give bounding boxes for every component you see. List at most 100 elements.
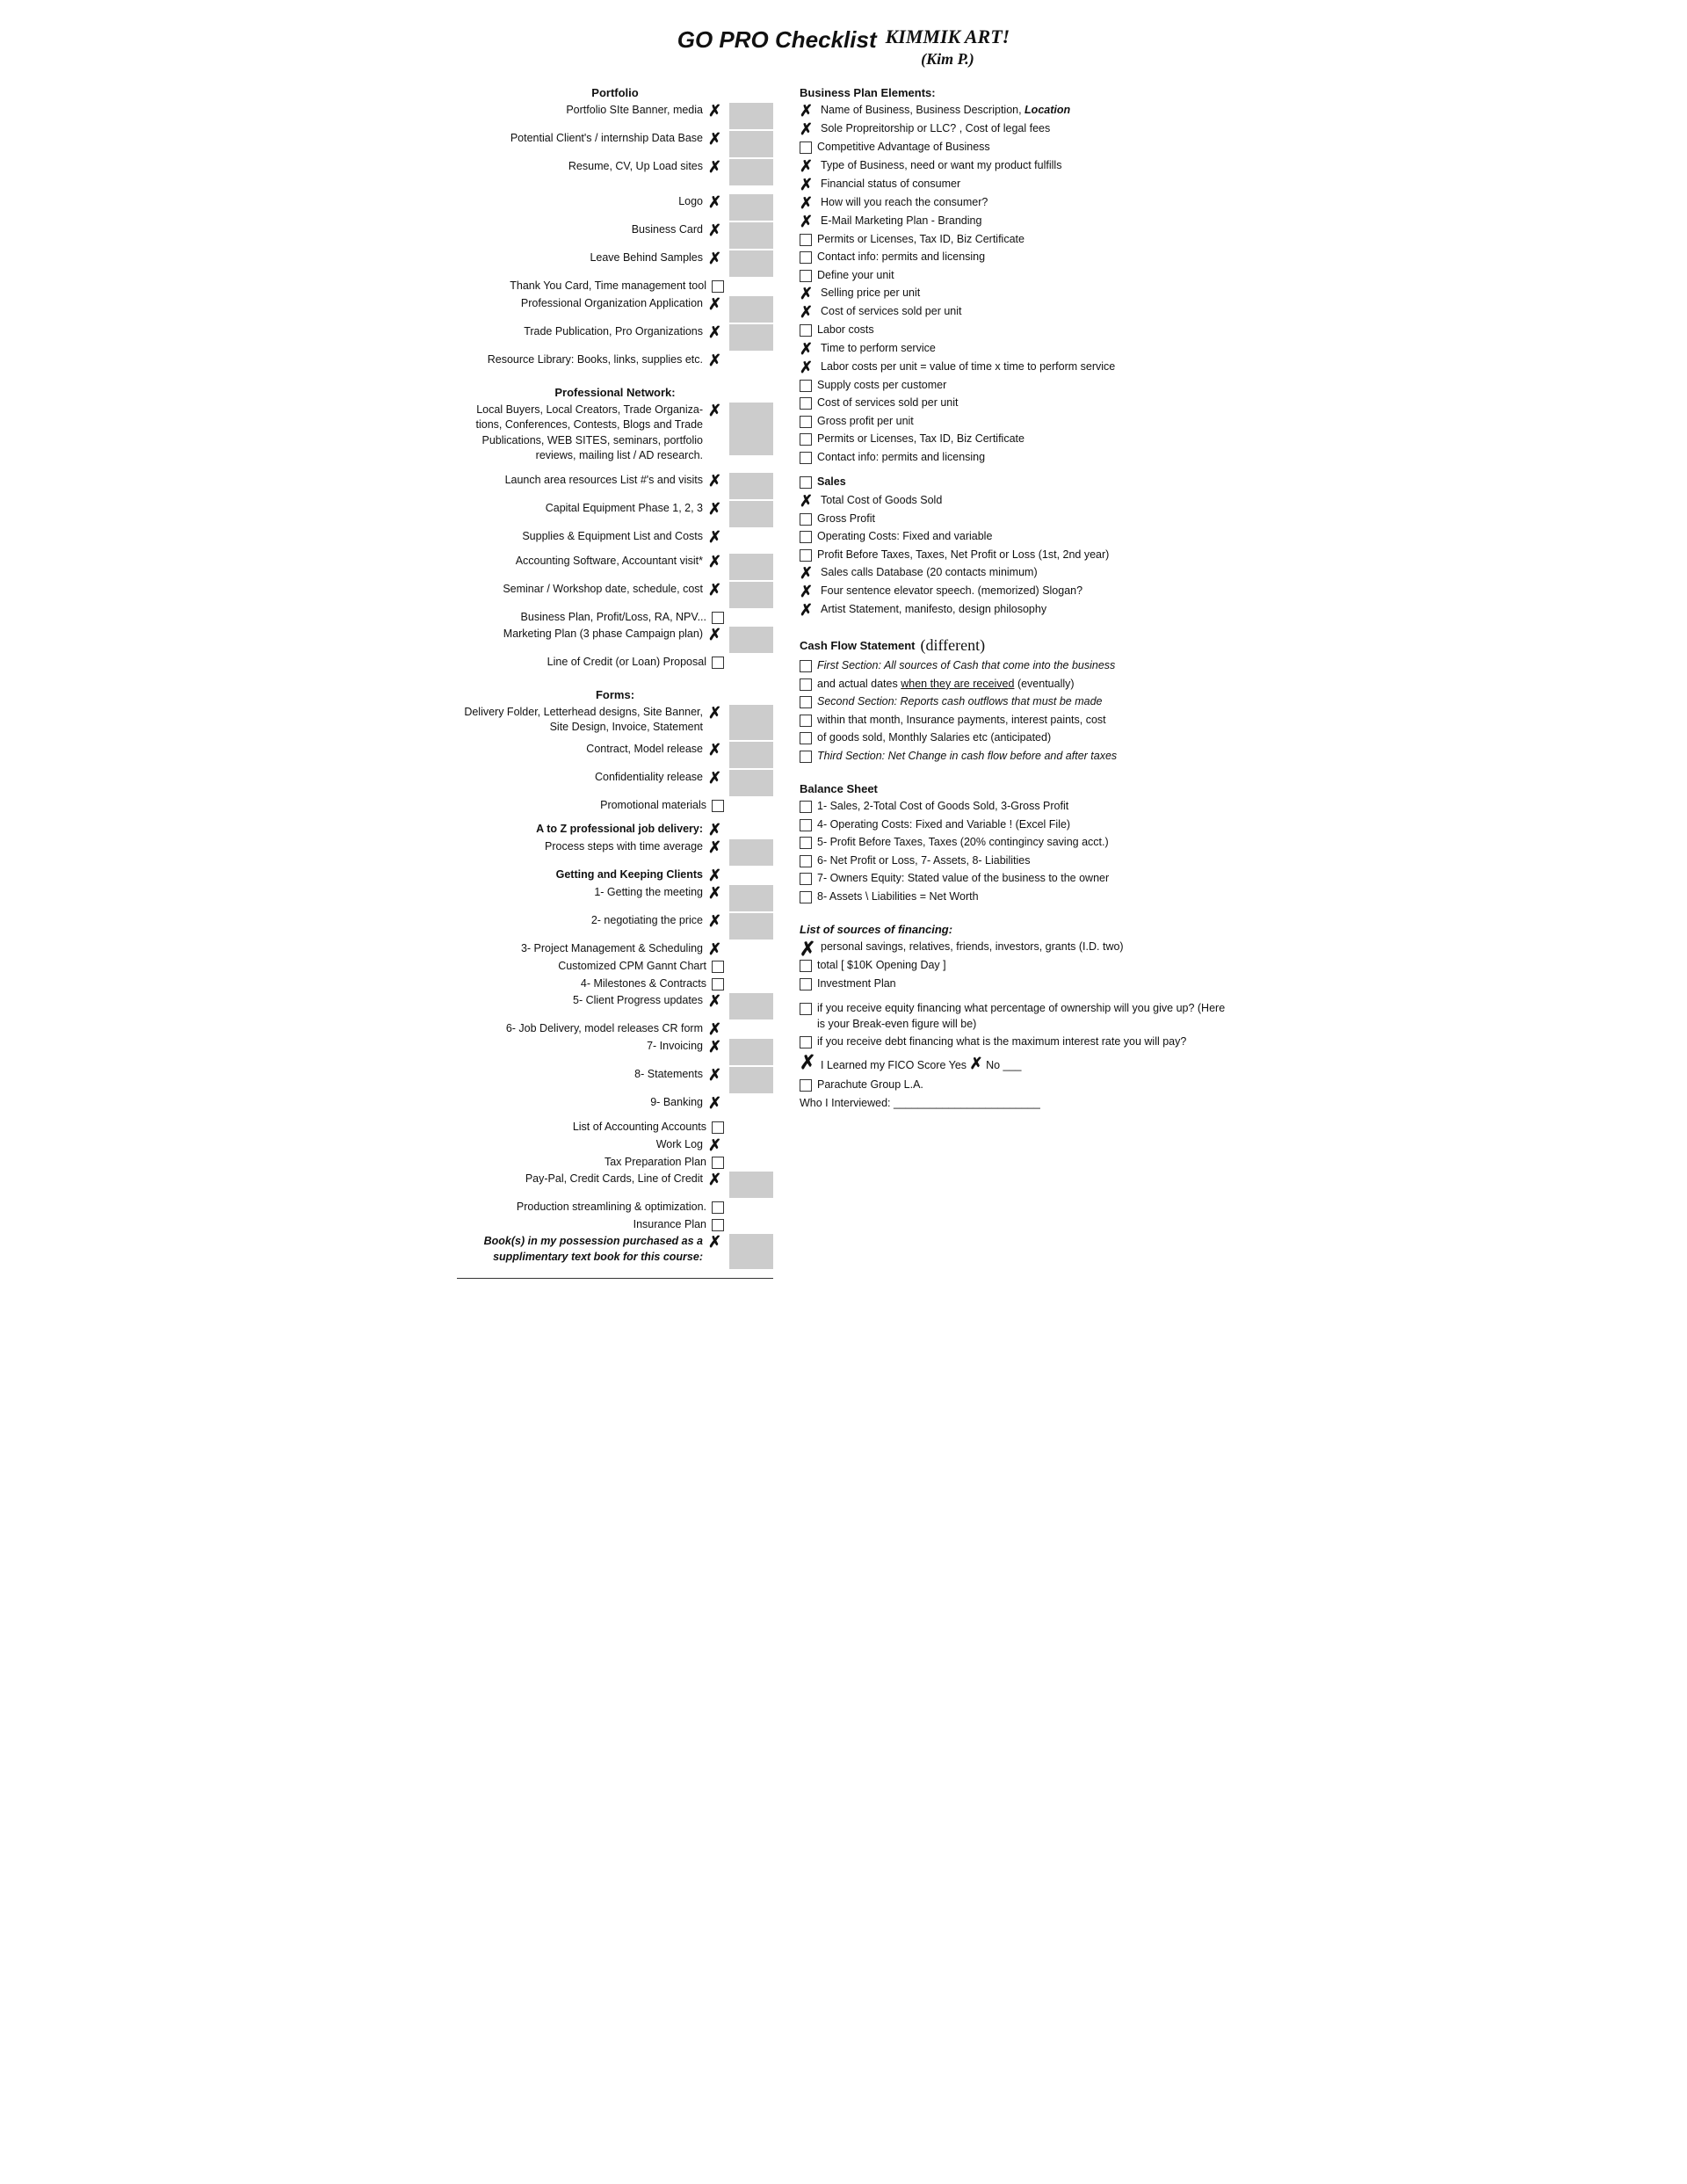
photo-box bbox=[729, 582, 773, 608]
list-item: 9- Banking bbox=[457, 1095, 773, 1111]
checkbox-icon[interactable] bbox=[800, 678, 812, 691]
list-item: Logo bbox=[457, 194, 773, 221]
checkbox-icon[interactable] bbox=[712, 1201, 724, 1214]
checkbox-icon[interactable] bbox=[712, 961, 724, 973]
checkbox-icon[interactable] bbox=[712, 612, 724, 624]
checked-icon bbox=[708, 131, 724, 147]
checkbox-icon[interactable] bbox=[712, 978, 724, 990]
checkbox-icon[interactable] bbox=[800, 141, 812, 154]
network-section: Local Buyers, Local Creators, Trade Orga… bbox=[457, 403, 773, 671]
checkbox-icon[interactable] bbox=[800, 660, 812, 672]
checkbox-icon[interactable] bbox=[800, 715, 812, 727]
list-item: Third Section: Net Change in cash flow b… bbox=[800, 749, 1230, 765]
checkbox-icon[interactable] bbox=[712, 1219, 724, 1231]
list-item: Competitive Advantage of Business bbox=[800, 140, 1230, 156]
checkbox-icon[interactable] bbox=[800, 696, 812, 708]
list-item: 6- Net Profit or Loss, 7- Assets, 8- Lia… bbox=[800, 853, 1230, 869]
list-item: Work Log bbox=[457, 1137, 773, 1153]
checked-icon bbox=[708, 1095, 724, 1111]
checkbox-icon[interactable] bbox=[800, 513, 812, 526]
checkbox-icon[interactable] bbox=[800, 476, 812, 489]
photo-box bbox=[729, 742, 773, 768]
checkbox-icon[interactable] bbox=[800, 234, 812, 246]
checkbox-icon[interactable] bbox=[800, 732, 812, 744]
list-item: Confidentiality release bbox=[457, 770, 773, 796]
checkbox-icon[interactable] bbox=[712, 1157, 724, 1169]
checked-icon bbox=[800, 177, 815, 192]
checkbox-icon[interactable] bbox=[800, 433, 812, 446]
list-item: Type of Business, need or want my produc… bbox=[800, 158, 1230, 174]
photo-box bbox=[729, 1234, 773, 1269]
list-item: total [ $10K Opening Day ] bbox=[800, 958, 1230, 974]
list-item: 6- Job Delivery, model releases CR form bbox=[457, 1021, 773, 1037]
list-item: Contact info: permits and licensing bbox=[800, 250, 1230, 265]
checkbox-icon[interactable] bbox=[800, 751, 812, 763]
list-item: Name of Business, Business Description, … bbox=[800, 103, 1230, 119]
checkbox-icon[interactable] bbox=[800, 1003, 812, 1015]
list-item: Gross Profit bbox=[800, 512, 1230, 527]
checkbox-icon[interactable] bbox=[800, 855, 812, 867]
list-item: Labor costs bbox=[800, 323, 1230, 338]
checked-icon bbox=[708, 473, 724, 489]
checkbox-icon[interactable] bbox=[800, 549, 812, 562]
checkbox-icon[interactable] bbox=[800, 837, 812, 849]
checkbox-icon[interactable] bbox=[800, 1079, 812, 1092]
bottom-divider bbox=[457, 1278, 773, 1279]
list-item: Pay-Pal, Credit Cards, Line of Credit bbox=[457, 1172, 773, 1198]
list-item: Tax Preparation Plan bbox=[457, 1155, 773, 1171]
photo-box bbox=[729, 222, 773, 249]
list-item: Customized CPM Gannt Chart bbox=[457, 959, 773, 975]
list-item: 3- Project Management & Scheduling bbox=[457, 941, 773, 957]
checked-icon bbox=[708, 993, 724, 1009]
list-item: 7- Owners Equity: Stated value of the bu… bbox=[800, 871, 1230, 887]
checkbox-icon[interactable] bbox=[712, 280, 724, 293]
balance-section: 1- Sales, 2-Total Cost of Goods Sold, 3-… bbox=[800, 799, 1230, 904]
list-item: Four sentence elevator speech. (memorize… bbox=[800, 584, 1230, 599]
list-item: E-Mail Marketing Plan - Branding bbox=[800, 214, 1230, 229]
list-item: Artist Statement, manifesto, design phil… bbox=[800, 602, 1230, 618]
list-item: Line of Credit (or Loan) Proposal bbox=[457, 655, 773, 671]
photo-box bbox=[729, 403, 773, 455]
financing-title: List of sources of financing: bbox=[800, 923, 1230, 936]
checkbox-icon[interactable] bbox=[800, 873, 812, 885]
accounting-section: List of Accounting Accounts Work Log Tax… bbox=[457, 1120, 773, 1269]
checkbox-icon[interactable] bbox=[800, 891, 812, 903]
checked-icon bbox=[800, 565, 815, 581]
checked-icon bbox=[800, 286, 815, 301]
list-item: Labor costs per unit = value of time x t… bbox=[800, 359, 1230, 375]
checkbox-icon[interactable] bbox=[712, 800, 724, 812]
checked-icon bbox=[800, 158, 815, 174]
list-item: Production streamlining & optimization. bbox=[457, 1200, 773, 1215]
checked-icon bbox=[708, 822, 724, 838]
list-item: Local Buyers, Local Creators, Trade Orga… bbox=[457, 403, 773, 464]
checkbox-icon[interactable] bbox=[800, 251, 812, 264]
checked-icon bbox=[708, 1234, 724, 1250]
list-item: Potential Client's / internship Data Bas… bbox=[457, 131, 773, 157]
checkbox-icon[interactable] bbox=[800, 960, 812, 972]
checkbox-icon[interactable] bbox=[712, 1121, 724, 1134]
list-item: Cost of services sold per unit bbox=[800, 395, 1230, 411]
checkbox-icon[interactable] bbox=[800, 270, 812, 282]
photo-box bbox=[729, 194, 773, 221]
list-item: Gross profit per unit bbox=[800, 414, 1230, 430]
checked-icon bbox=[708, 1137, 724, 1153]
checked-icon bbox=[708, 705, 724, 721]
checked-icon bbox=[800, 121, 815, 137]
checkbox-icon[interactable] bbox=[800, 819, 812, 831]
checkbox-icon[interactable] bbox=[800, 324, 812, 337]
checked-icon bbox=[800, 341, 815, 357]
checkbox-icon[interactable] bbox=[800, 531, 812, 543]
checkbox-icon[interactable] bbox=[800, 801, 812, 813]
checkbox-icon[interactable] bbox=[800, 978, 812, 990]
photo-box bbox=[729, 993, 773, 1019]
checkbox-icon[interactable] bbox=[800, 1036, 812, 1048]
checkbox-icon[interactable] bbox=[800, 397, 812, 410]
list-item: Permits or Licenses, Tax ID, Biz Certifi… bbox=[800, 232, 1230, 248]
checkbox-icon[interactable] bbox=[800, 416, 812, 428]
checkbox-icon[interactable] bbox=[800, 380, 812, 392]
list-item: Parachute Group L.A. bbox=[800, 1077, 1230, 1093]
checkbox-icon[interactable] bbox=[800, 452, 812, 464]
list-item: Contact info: permits and licensing bbox=[800, 450, 1230, 466]
checked-icon bbox=[800, 940, 815, 955]
checkbox-icon[interactable] bbox=[712, 657, 724, 669]
